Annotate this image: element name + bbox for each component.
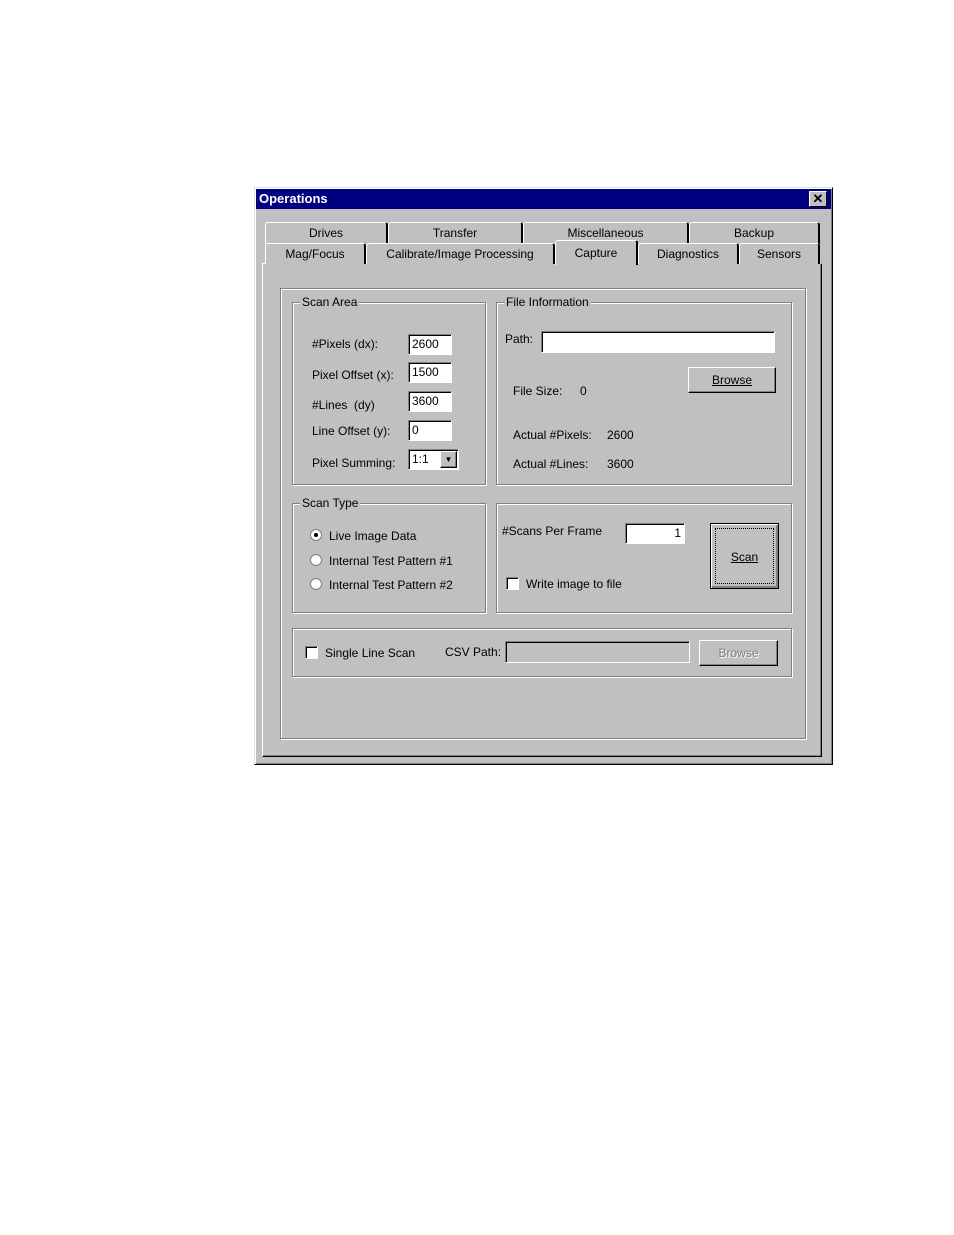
file-information-legend: File Information <box>504 295 591 309</box>
browse-button[interactable]: Browse <box>688 367 776 393</box>
tab-drives[interactable]: Drives <box>265 222 388 244</box>
radio-internal-test-pattern-1[interactable] <box>310 554 322 566</box>
tab-calibrate-image-processing[interactable]: Calibrate/Image Processing <box>366 243 555 264</box>
file-size-label: File Size: <box>513 384 563 398</box>
scan-button[interactable]: Scan <box>710 523 779 589</box>
close-icon: ✕ <box>812 191 824 206</box>
pixel-summing-value: 1:1 <box>412 452 429 466</box>
radio-internal-test-pattern-2[interactable] <box>310 578 322 590</box>
scan-type-legend: Scan Type <box>300 496 361 510</box>
csv-browse-button[interactable]: Browse <box>699 640 778 666</box>
scans-per-frame-input[interactable]: 1 <box>625 523 685 544</box>
scan-area-legend: Scan Area <box>300 295 360 309</box>
radio-label: Live Image Data <box>329 529 417 543</box>
actual-pixels-label: Actual #Pixels: <box>513 428 592 442</box>
line-offset-label: Line Offset (y): <box>312 424 391 438</box>
csv-path-input[interactable] <box>505 641 690 663</box>
pixel-offset-input[interactable]: 1500 <box>408 362 452 383</box>
tab-sensors[interactable]: Sensors <box>739 243 820 264</box>
pixel-summing-label: Pixel Summing: <box>312 456 396 470</box>
dropdown-arrow-icon[interactable]: ▼ <box>440 451 457 468</box>
write-image-label: Write image to file <box>526 577 622 591</box>
radio-label: Internal Test Pattern #2 <box>329 578 453 592</box>
file-size-value: 0 <box>580 384 587 398</box>
single-line-scan-label: Single Line Scan <box>325 646 416 660</box>
write-image-checkbox[interactable] <box>506 577 519 590</box>
actual-pixels-value: 2600 <box>607 428 634 442</box>
path-label: Path: <box>505 332 534 346</box>
tab-capture[interactable]: Capture <box>555 240 638 265</box>
pixels-input[interactable]: 2600 <box>408 334 452 355</box>
tab-transfer[interactable]: Transfer <box>388 222 523 244</box>
actual-lines-value: 3600 <box>607 457 634 471</box>
scans-per-frame-label: #Scans Per Frame <box>502 524 603 538</box>
pixel-offset-label: Pixel Offset (x): <box>312 368 394 382</box>
actual-lines-label: Actual #Lines: <box>513 457 589 471</box>
tab-diagnostics[interactable]: Diagnostics <box>638 243 739 264</box>
csv-path-label: CSV Path: <box>445 645 502 659</box>
browse-label: Browse <box>711 373 752 387</box>
lines-label: #Lines (dy) <box>312 398 375 412</box>
tab-mag-focus[interactable]: Mag/Focus <box>265 243 366 264</box>
scan-label: Scan <box>730 550 759 564</box>
window-title: Operations <box>256 189 831 209</box>
close-button[interactable]: ✕ <box>809 191 827 207</box>
radio-live-image-data[interactable] <box>310 529 322 541</box>
path-input[interactable] <box>541 331 775 353</box>
radio-label: Internal Test Pattern #1 <box>329 554 453 568</box>
pixels-label: #Pixels (dx): <box>312 337 379 351</box>
tab-backup[interactable]: Backup <box>689 222 820 244</box>
lines-input[interactable]: 3600 <box>408 391 452 412</box>
single-line-scan-checkbox[interactable] <box>305 646 318 659</box>
line-offset-input[interactable]: 0 <box>408 420 452 441</box>
